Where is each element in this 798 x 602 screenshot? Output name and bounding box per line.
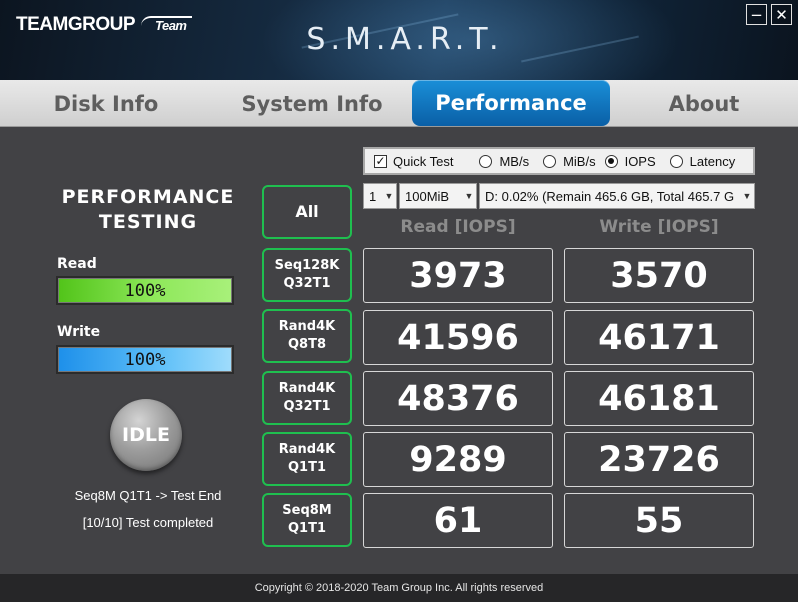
- read-progress-bar: 100%: [56, 276, 234, 305]
- test-button-rand4k-q32t1[interactable]: Rand4K Q32T1: [262, 371, 352, 425]
- copyright-text: Copyright © 2018-2020 Team Group Inc. Al…: [254, 582, 544, 594]
- write-result: 55: [564, 493, 754, 548]
- unit-options-box: ✓ Quick Test MB/s MiB/s IOPS Latency: [363, 147, 755, 175]
- tab-performance[interactable]: Performance: [412, 80, 610, 126]
- start-idle-button[interactable]: IDLE: [110, 399, 182, 471]
- test-name: Rand4K: [278, 319, 336, 334]
- read-result: 41596: [363, 310, 553, 365]
- test-button-seq8m-q1t1[interactable]: Seq8M Q1T1: [262, 493, 352, 547]
- close-icon: ✕: [775, 5, 788, 24]
- unit-label-mbs: MB/s: [499, 153, 530, 169]
- test-queue: Q1T1: [287, 460, 326, 475]
- write-percent: 100%: [124, 350, 166, 370]
- run-all-label: All: [295, 202, 319, 221]
- test-name: Seq8M: [282, 503, 332, 518]
- drive-value: D: 0.02% (Remain 465.6 GB, Total 465.7 G: [485, 188, 735, 204]
- tab-disk-info[interactable]: Disk Info: [0, 80, 212, 127]
- minimize-button[interactable]: −: [746, 4, 767, 25]
- chevron-down-icon: ▼: [462, 184, 476, 208]
- test-size-select[interactable]: 100MiB ▼: [399, 183, 477, 209]
- test-queue: Q32T1: [283, 276, 331, 291]
- tab-system-info[interactable]: System Info: [212, 80, 412, 127]
- read-result: 48376: [363, 371, 553, 426]
- tab-bar: Disk Info System Info Performance About: [0, 80, 798, 127]
- title-line: PERFORMANCE: [61, 186, 235, 208]
- test-name: Rand4K: [278, 381, 336, 396]
- test-button-seq128k-q32t1[interactable]: Seq128K Q32T1: [262, 248, 352, 302]
- title-line: TESTING: [98, 211, 198, 233]
- run-all-button[interactable]: All: [262, 185, 352, 239]
- test-queue: Q1T1: [287, 521, 326, 536]
- close-button[interactable]: ✕: [771, 4, 792, 25]
- test-queue: Q32T1: [283, 399, 331, 414]
- performance-testing-title: PERFORMANCE TESTING: [40, 185, 256, 235]
- chevron-down-icon: ▼: [740, 184, 754, 208]
- app-title: S.M.A.R.T.: [306, 22, 504, 57]
- write-label: Write: [57, 324, 101, 340]
- app-header: TEAMGROUP Team S.M.A.R.T. − ✕: [0, 0, 798, 80]
- unit-label-iops: IOPS: [624, 153, 656, 169]
- read-column-header: Read [IOPS]: [400, 217, 516, 237]
- write-result: 46171: [564, 310, 754, 365]
- test-count-value: 1: [369, 188, 377, 204]
- unit-radio-mibs[interactable]: [543, 154, 557, 168]
- performance-panel: PERFORMANCE TESTING Read 100% Write 100%…: [0, 127, 798, 574]
- test-button-rand4k-q8t8[interactable]: Rand4K Q8T8: [262, 309, 352, 363]
- test-button-rand4k-q1t1[interactable]: Rand4K Q1T1: [262, 432, 352, 486]
- tab-about[interactable]: About: [610, 80, 798, 127]
- write-progress-bar: 100%: [56, 345, 234, 374]
- status-message: Seq8M Q1T1 -> Test End: [74, 488, 222, 503]
- unit-label-mibs: MiB/s: [563, 153, 596, 169]
- test-name: Seq128K: [274, 258, 340, 273]
- write-result: 3570: [564, 248, 754, 303]
- write-result: 46181: [564, 371, 754, 426]
- unit-radio-mbs[interactable]: [479, 154, 493, 168]
- unit-radio-iops[interactable]: [604, 154, 618, 168]
- unit-label-latency: Latency: [689, 153, 736, 169]
- status-progress: [10/10] Test completed: [82, 515, 214, 530]
- read-percent: 100%: [124, 281, 166, 301]
- quick-test-label: Quick Test: [393, 153, 454, 169]
- write-result: 23726: [564, 432, 754, 487]
- test-name: Rand4K: [278, 442, 336, 457]
- minimize-icon: −: [750, 5, 763, 24]
- test-size-value: 100MiB: [405, 188, 450, 204]
- test-queue: Q8T8: [287, 337, 326, 352]
- write-column-header: Write [IOPS]: [599, 217, 719, 237]
- unit-radio-latency[interactable]: [669, 154, 683, 168]
- quick-test-checkbox[interactable]: ✓: [374, 154, 387, 168]
- chevron-down-icon: ▼: [382, 184, 396, 208]
- read-result: 9289: [363, 432, 553, 487]
- test-count-select[interactable]: 1 ▼: [363, 183, 397, 209]
- read-label: Read: [57, 256, 97, 272]
- read-result: 3973: [363, 248, 553, 303]
- read-result: 61: [363, 493, 553, 548]
- footer: Copyright © 2018-2020 Team Group Inc. Al…: [0, 574, 798, 602]
- drive-select[interactable]: D: 0.02% (Remain 465.6 GB, Total 465.7 G…: [479, 183, 755, 209]
